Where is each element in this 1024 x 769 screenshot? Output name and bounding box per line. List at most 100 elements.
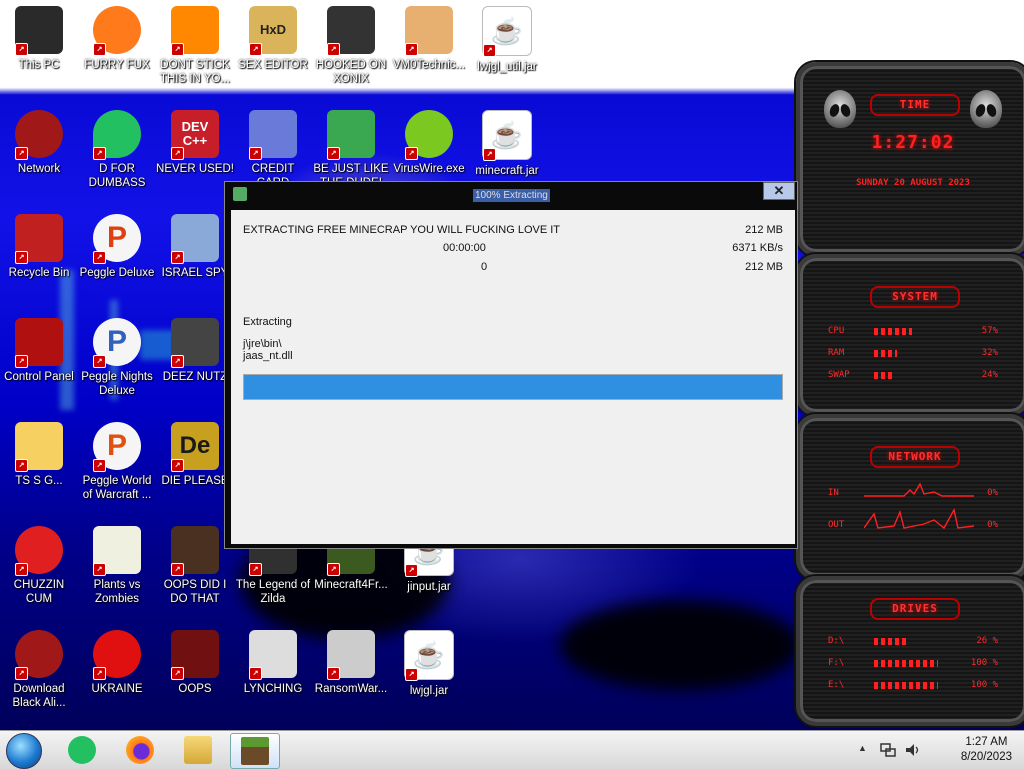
shortcut-arrow-icon: ↗ (249, 147, 262, 160)
shortcut-arrow-icon: ↗ (327, 43, 340, 56)
taskbar-explorer-button[interactable] (174, 733, 222, 767)
desktop-icon[interactable]: ↗ Recycle Bin (0, 214, 78, 280)
shortcut-arrow-icon: ↗ (171, 251, 184, 264)
desktop-icon[interactable]: ↗ OOPS (156, 630, 234, 696)
shortcut-arrow-icon: ↗ (249, 563, 262, 576)
volume-icon[interactable] (904, 742, 920, 758)
desktop-icon[interactable]: ↗ D FOR DUMBASS (78, 110, 156, 190)
desktop-icon-label: jinput.jar (407, 581, 451, 593)
shortcut-arrow-icon: ↗ (93, 147, 106, 160)
shortcut-arrow-icon: ↗ (327, 667, 340, 680)
close-button[interactable]: ✕ (763, 182, 795, 200)
desktop-icon[interactable]: HxD ↗ SEX EDITOR (234, 6, 312, 72)
drive-row-value: 26 % (976, 636, 998, 646)
flower-icon: ↗ (93, 526, 141, 576)
desktop-icon[interactable]: ↗ VirusWire.exe (390, 110, 468, 176)
lime-icon: ↗ (405, 110, 453, 160)
system-row-value: 32% (981, 348, 998, 358)
shortcut-arrow-icon: ↗ (483, 44, 496, 57)
desktop-icon[interactable]: ↗ Control Panel (0, 318, 78, 384)
shortcut-arrow-icon: ↗ (249, 667, 262, 680)
windows-stack-icon: ↗ (171, 318, 219, 368)
extract-speed: 6371 KB/s (732, 242, 783, 254)
network-out-row: OUT 0% (828, 508, 998, 532)
desktop-icon[interactable]: ↗ DONT STICK THIS IN YO... (156, 6, 234, 86)
desktop-icon-label: UKRAINE (91, 683, 143, 695)
file-count: 0 (481, 261, 488, 273)
skull-ring-icon: ↗ (327, 630, 375, 680)
shortcut-arrow-icon: ↗ (483, 148, 496, 161)
taskbar-chat-button[interactable] (58, 733, 106, 767)
alien-head-icon (970, 90, 1002, 128)
drive-row-value: 100 % (970, 680, 998, 690)
network-widget-title: NETWORK (870, 446, 960, 468)
chat-bubble-icon (68, 736, 96, 764)
desktop-icon-label: CHUZZIN CUM (13, 579, 65, 605)
desktop-icon[interactable]: De ↗ DIE PLEASE (156, 422, 234, 488)
desktop-icon-label: DEEZ NUTZ (162, 371, 228, 383)
desktop-icon[interactable]: ↗ VM0Technic... (390, 6, 468, 72)
desktop-icon[interactable]: ↗ CHUZZIN CUM (0, 526, 78, 606)
desktop-icon[interactable]: P ↗ Peggle Deluxe (78, 214, 156, 280)
desktop-icon[interactable]: ↗ Download Black Ali... (0, 630, 78, 710)
desktop-icon[interactable]: ↗ FURRY FUX (78, 6, 156, 72)
desktop-icon[interactable]: DEV C++ ↗ NEVER USED! (156, 110, 234, 176)
desktop-icon[interactable]: ☕ ↗ minecraft.jar (468, 110, 546, 178)
desktop-icon-label: OOPS DID I DO THAT (163, 579, 227, 605)
dude-face-icon: ↗ (327, 110, 375, 160)
shortcut-arrow-icon: ↗ (171, 667, 184, 680)
oops-app-icon: ↗ (171, 630, 219, 680)
noose-icon: ↗ (249, 630, 297, 680)
network-status-icon[interactable] (880, 742, 896, 758)
desktop-icon[interactable]: ↗ UKRAINE (78, 630, 156, 696)
desktop-icon[interactable]: P ↗ Peggle World of Warcraft ... (78, 422, 156, 502)
desktop-icon-label: lwjgl_util.jar (477, 61, 537, 73)
recycle-bin-icon: ↗ (15, 214, 63, 264)
shortcut-arrow-icon: ↗ (93, 459, 106, 472)
show-hidden-icons-button[interactable]: ▲ (858, 743, 867, 753)
taskbar-minecraft-button[interactable] (230, 733, 280, 769)
system-row-bar (874, 328, 913, 335)
chuzzle-icon: ↗ (15, 526, 63, 576)
desktop-icon[interactable]: ↗ This PC (0, 6, 78, 72)
drive-row: E:\ 100 % (828, 680, 998, 692)
desktop-icon[interactable]: ☕ ↗ lwjgl.jar (390, 630, 468, 698)
desktop-icon[interactable]: P ↗ Peggle Nights Deluxe (78, 318, 156, 398)
network-orb-icon: ↗ (15, 110, 63, 160)
time-widget: TIME 1:27:02 SUNDAY 20 AUGUST 2023 (796, 62, 1024, 256)
desktop-icon[interactable]: ↗ DEEZ NUTZ (156, 318, 234, 384)
dialog-titlebar[interactable]: 100% Extracting ✕ (225, 182, 797, 210)
shortcut-arrow-icon: ↗ (15, 459, 28, 472)
desktop-icon-label: NEVER USED! (156, 163, 234, 175)
vlc-cone-icon: ↗ (171, 6, 219, 56)
taskbar-clock[interactable]: 1:27 AM 8/20/2023 (961, 735, 1012, 765)
desktop-icon-label: Plants vs Zombies (93, 579, 141, 605)
system-widget-title: SYSTEM (870, 286, 960, 308)
desktop-icon[interactable]: ↗ Network (0, 110, 78, 176)
desktop-icon[interactable]: ↗ RansomWar... (312, 630, 390, 696)
desktop-icon-label: ISRAEL SPY (161, 267, 229, 279)
extract-dialog: 100% Extracting ✕ EXTRACTING FREE MINECR… (224, 181, 798, 549)
desktop-icon[interactable]: ↗ LYNCHING (234, 630, 312, 696)
drive-row-label: F:\ (828, 658, 845, 668)
desktop-icon[interactable]: ↗BE JUST LIKE THE DUDE! (312, 110, 390, 190)
firefox-icon (126, 736, 154, 764)
alien-head-icon (824, 90, 856, 128)
desktop-icon[interactable]: ↗ OOPS DID I DO THAT (156, 526, 234, 606)
desktop-icon[interactable]: ↗ TS S G... (0, 422, 78, 488)
taskbar: ▲ 1:27 AM 8/20/2023 (0, 730, 1024, 769)
time-widget-date: SUNDAY 20 AUGUST 2023 (856, 178, 970, 188)
desktop-icon-label: DIE PLEASE (161, 475, 229, 487)
taskbar-firefox-button[interactable] (116, 733, 164, 767)
desktop-icon[interactable]: ↗ HOOKED ON XONIX (312, 6, 390, 86)
time-widget-clock: 1:27:02 (871, 132, 955, 153)
system-row-label: SWAP (828, 370, 850, 380)
desktop-icon-label: VirusWire.exe (393, 163, 465, 175)
network-out-label: OUT (828, 520, 845, 530)
desktop-icon[interactable]: ↗ Plants vs Zombies (78, 526, 156, 606)
network-out-graph (864, 508, 974, 530)
desktop-icon[interactable]: ↗ ISRAEL SPY (156, 214, 234, 280)
system-row-bar (874, 350, 898, 357)
desktop-icon[interactable]: ☕ ↗ lwjgl_util.jar (468, 6, 546, 74)
start-button[interactable] (6, 733, 42, 769)
